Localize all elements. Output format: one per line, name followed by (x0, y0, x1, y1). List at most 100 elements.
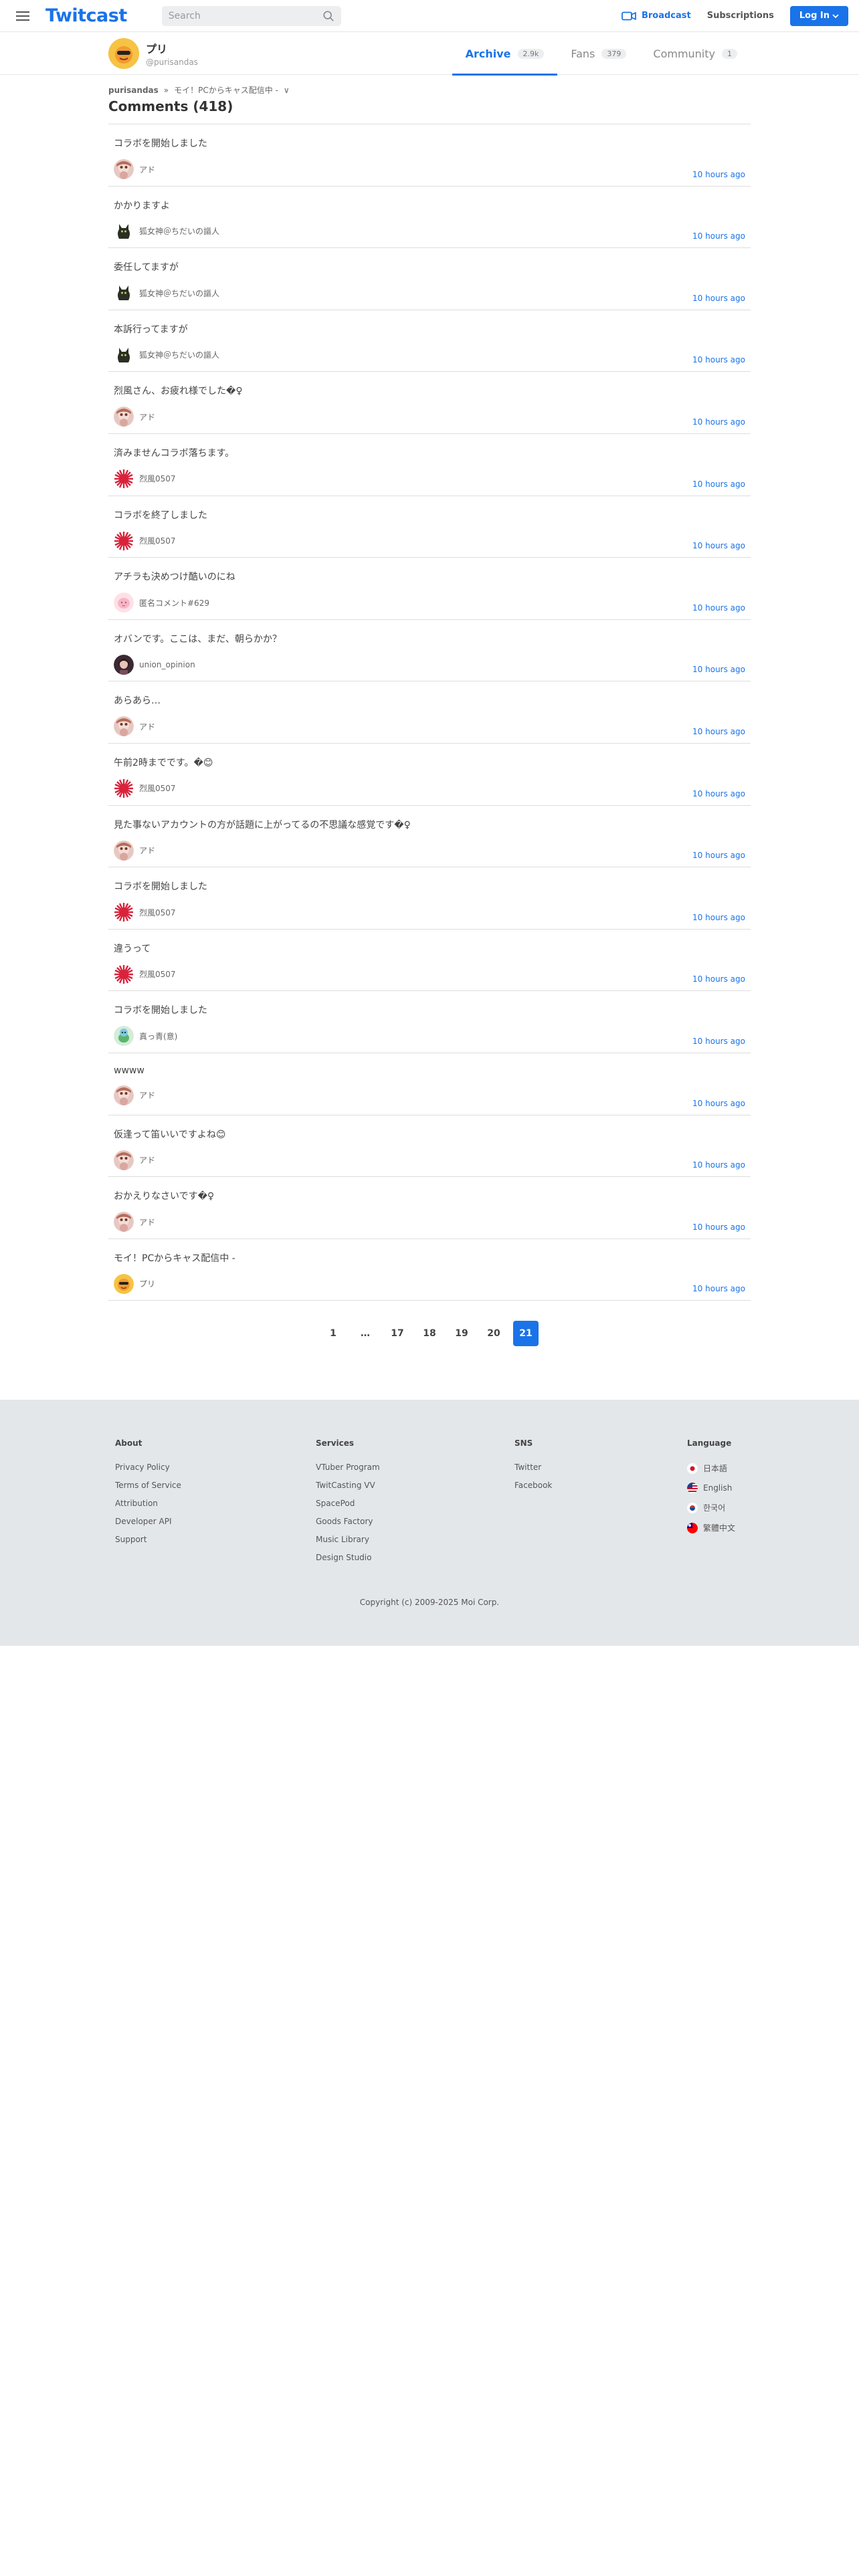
footer-link[interactable]: Developer API (115, 1517, 316, 1526)
author-name[interactable]: プリ (139, 1278, 155, 1289)
comment-time[interactable]: 10 hours ago (692, 913, 745, 922)
avatar[interactable] (114, 221, 134, 241)
comment-time[interactable]: 10 hours ago (692, 417, 745, 427)
menu-icon[interactable] (11, 4, 35, 28)
author-name[interactable]: 烈風0507 (139, 907, 176, 918)
avatar[interactable] (114, 593, 134, 613)
avatar[interactable] (114, 964, 134, 984)
comment-author[interactable]: アド (114, 1212, 745, 1232)
page-20-button[interactable]: 20 (481, 1321, 506, 1346)
comment-author[interactable]: 匿名コメント#629 (114, 593, 745, 613)
author-name[interactable]: アド (139, 1089, 155, 1101)
comment-author[interactable]: アド (114, 159, 745, 179)
avatar[interactable] (114, 283, 134, 304)
comment-author[interactable]: 烈風0507 (114, 468, 745, 489)
comment-time[interactable]: 10 hours ago (692, 1099, 745, 1108)
avatar[interactable] (114, 344, 134, 365)
language-option[interactable]: 日本語 (687, 1463, 735, 1474)
footer-link[interactable]: Privacy Policy (115, 1463, 316, 1472)
author-name[interactable]: 烈風0507 (139, 782, 176, 794)
author-name[interactable]: 狐女神＠ちだいの謳人 (139, 349, 219, 360)
comment-author[interactable]: 烈風0507 (114, 902, 745, 923)
comment-time[interactable]: 10 hours ago (692, 1222, 745, 1232)
avatar[interactable] (114, 1085, 134, 1105)
search-icon[interactable] (322, 10, 335, 22)
login-button[interactable]: Log In (789, 5, 848, 26)
author-name[interactable]: 狐女神＠ちだいの謳人 (139, 225, 219, 237)
author-name[interactable]: 狐女神＠ちだいの謳人 (139, 288, 219, 299)
chevron-down-icon[interactable]: ∨ (284, 86, 290, 95)
footer-link[interactable]: VTuber Program (316, 1463, 514, 1472)
footer-link[interactable]: Facebook (514, 1481, 687, 1490)
author-name[interactable]: 烈風0507 (139, 535, 176, 546)
author-name[interactable]: union_opinion (139, 660, 195, 669)
page-17-button[interactable]: 17 (385, 1321, 410, 1346)
author-name[interactable]: アド (139, 1154, 155, 1166)
author-name[interactable]: 匿名コメント#629 (139, 597, 209, 609)
avatar[interactable] (114, 1273, 134, 1294)
breadcrumb-item[interactable]: モイ！PCからキャス配信中 - (174, 84, 278, 96)
search-box[interactable] (161, 5, 341, 26)
comment-time[interactable]: 10 hours ago (692, 974, 745, 984)
comment-time[interactable]: 10 hours ago (692, 789, 745, 798)
footer-link[interactable]: Music Library (316, 1535, 514, 1544)
comment-time[interactable]: 10 hours ago (692, 1284, 745, 1293)
comment-author[interactable]: 烈風0507 (114, 778, 745, 798)
comment-author[interactable]: 真っ青(意) (114, 1026, 745, 1047)
language-option[interactable]: 繁體中文 (687, 1522, 735, 1533)
avatar[interactable] (114, 530, 134, 551)
footer-link[interactable]: TwitCasting VV (316, 1481, 514, 1490)
avatar[interactable] (114, 1026, 134, 1047)
author-name[interactable]: アド (139, 164, 155, 175)
comment-time[interactable]: 10 hours ago (692, 603, 745, 613)
comment-time[interactable]: 10 hours ago (692, 541, 745, 550)
avatar[interactable] (114, 716, 134, 737)
breadcrumb-user[interactable]: purisandas (108, 86, 159, 95)
footer-link[interactable]: Twitter (514, 1463, 687, 1472)
subscriptions-link[interactable]: Subscriptions (707, 11, 774, 21)
footer-link[interactable]: SpacePod (316, 1499, 514, 1508)
footer-link[interactable]: Support (115, 1535, 316, 1544)
site-logo[interactable]: Twitcast (45, 5, 127, 26)
comment-author[interactable]: アド (114, 1085, 745, 1105)
author-name[interactable]: アド (139, 411, 155, 423)
comment-author[interactable]: アド (114, 1150, 745, 1170)
author-name[interactable]: 真っ青(意) (139, 1031, 177, 1042)
avatar[interactable] (114, 654, 134, 675)
comment-time[interactable]: 10 hours ago (692, 1160, 745, 1170)
comment-author[interactable]: 狐女神＠ちだいの謳人 (114, 283, 745, 304)
comment-time[interactable]: 10 hours ago (692, 665, 745, 674)
comment-time[interactable]: 10 hours ago (692, 231, 745, 241)
broadcast-button[interactable]: Broadcast (622, 11, 691, 21)
footer-link[interactable]: Terms of Service (115, 1481, 316, 1490)
footer-link[interactable]: Design Studio (316, 1553, 514, 1562)
comment-author[interactable]: アド (114, 840, 745, 861)
comment-author[interactable]: プリ (114, 1273, 745, 1294)
avatar[interactable] (114, 1212, 134, 1232)
footer-link[interactable]: Goods Factory (316, 1517, 514, 1526)
avatar[interactable] (114, 778, 134, 798)
avatar[interactable] (108, 38, 139, 69)
comment-time[interactable]: 10 hours ago (692, 170, 745, 179)
author-name[interactable]: 烈風0507 (139, 968, 176, 980)
language-option[interactable]: 한국어 (687, 1502, 735, 1513)
comment-author[interactable]: 烈風0507 (114, 530, 745, 551)
avatar[interactable] (114, 902, 134, 923)
comment-time[interactable]: 10 hours ago (692, 479, 745, 489)
avatar[interactable] (114, 407, 134, 427)
tab-community[interactable]: Community 1 (640, 32, 751, 75)
page-1-button[interactable]: 1 (320, 1321, 346, 1346)
comment-time[interactable]: 10 hours ago (692, 851, 745, 860)
author-name[interactable]: 烈風0507 (139, 473, 176, 484)
profile-name[interactable]: プリ (146, 40, 198, 56)
comment-time[interactable]: 10 hours ago (692, 294, 745, 303)
comment-author[interactable]: 烈風0507 (114, 964, 745, 984)
avatar[interactable] (114, 1150, 134, 1170)
page-21-button[interactable]: 21 (513, 1321, 539, 1347)
comment-author[interactable]: union_opinion (114, 654, 745, 675)
tab-fans[interactable]: Fans 379 (557, 32, 640, 75)
tab-archive[interactable]: Archive 2.9k (452, 32, 558, 76)
page-18-button[interactable]: 18 (417, 1321, 442, 1346)
avatar[interactable] (114, 468, 134, 489)
comment-author[interactable]: 狐女神＠ちだいの謳人 (114, 344, 745, 365)
